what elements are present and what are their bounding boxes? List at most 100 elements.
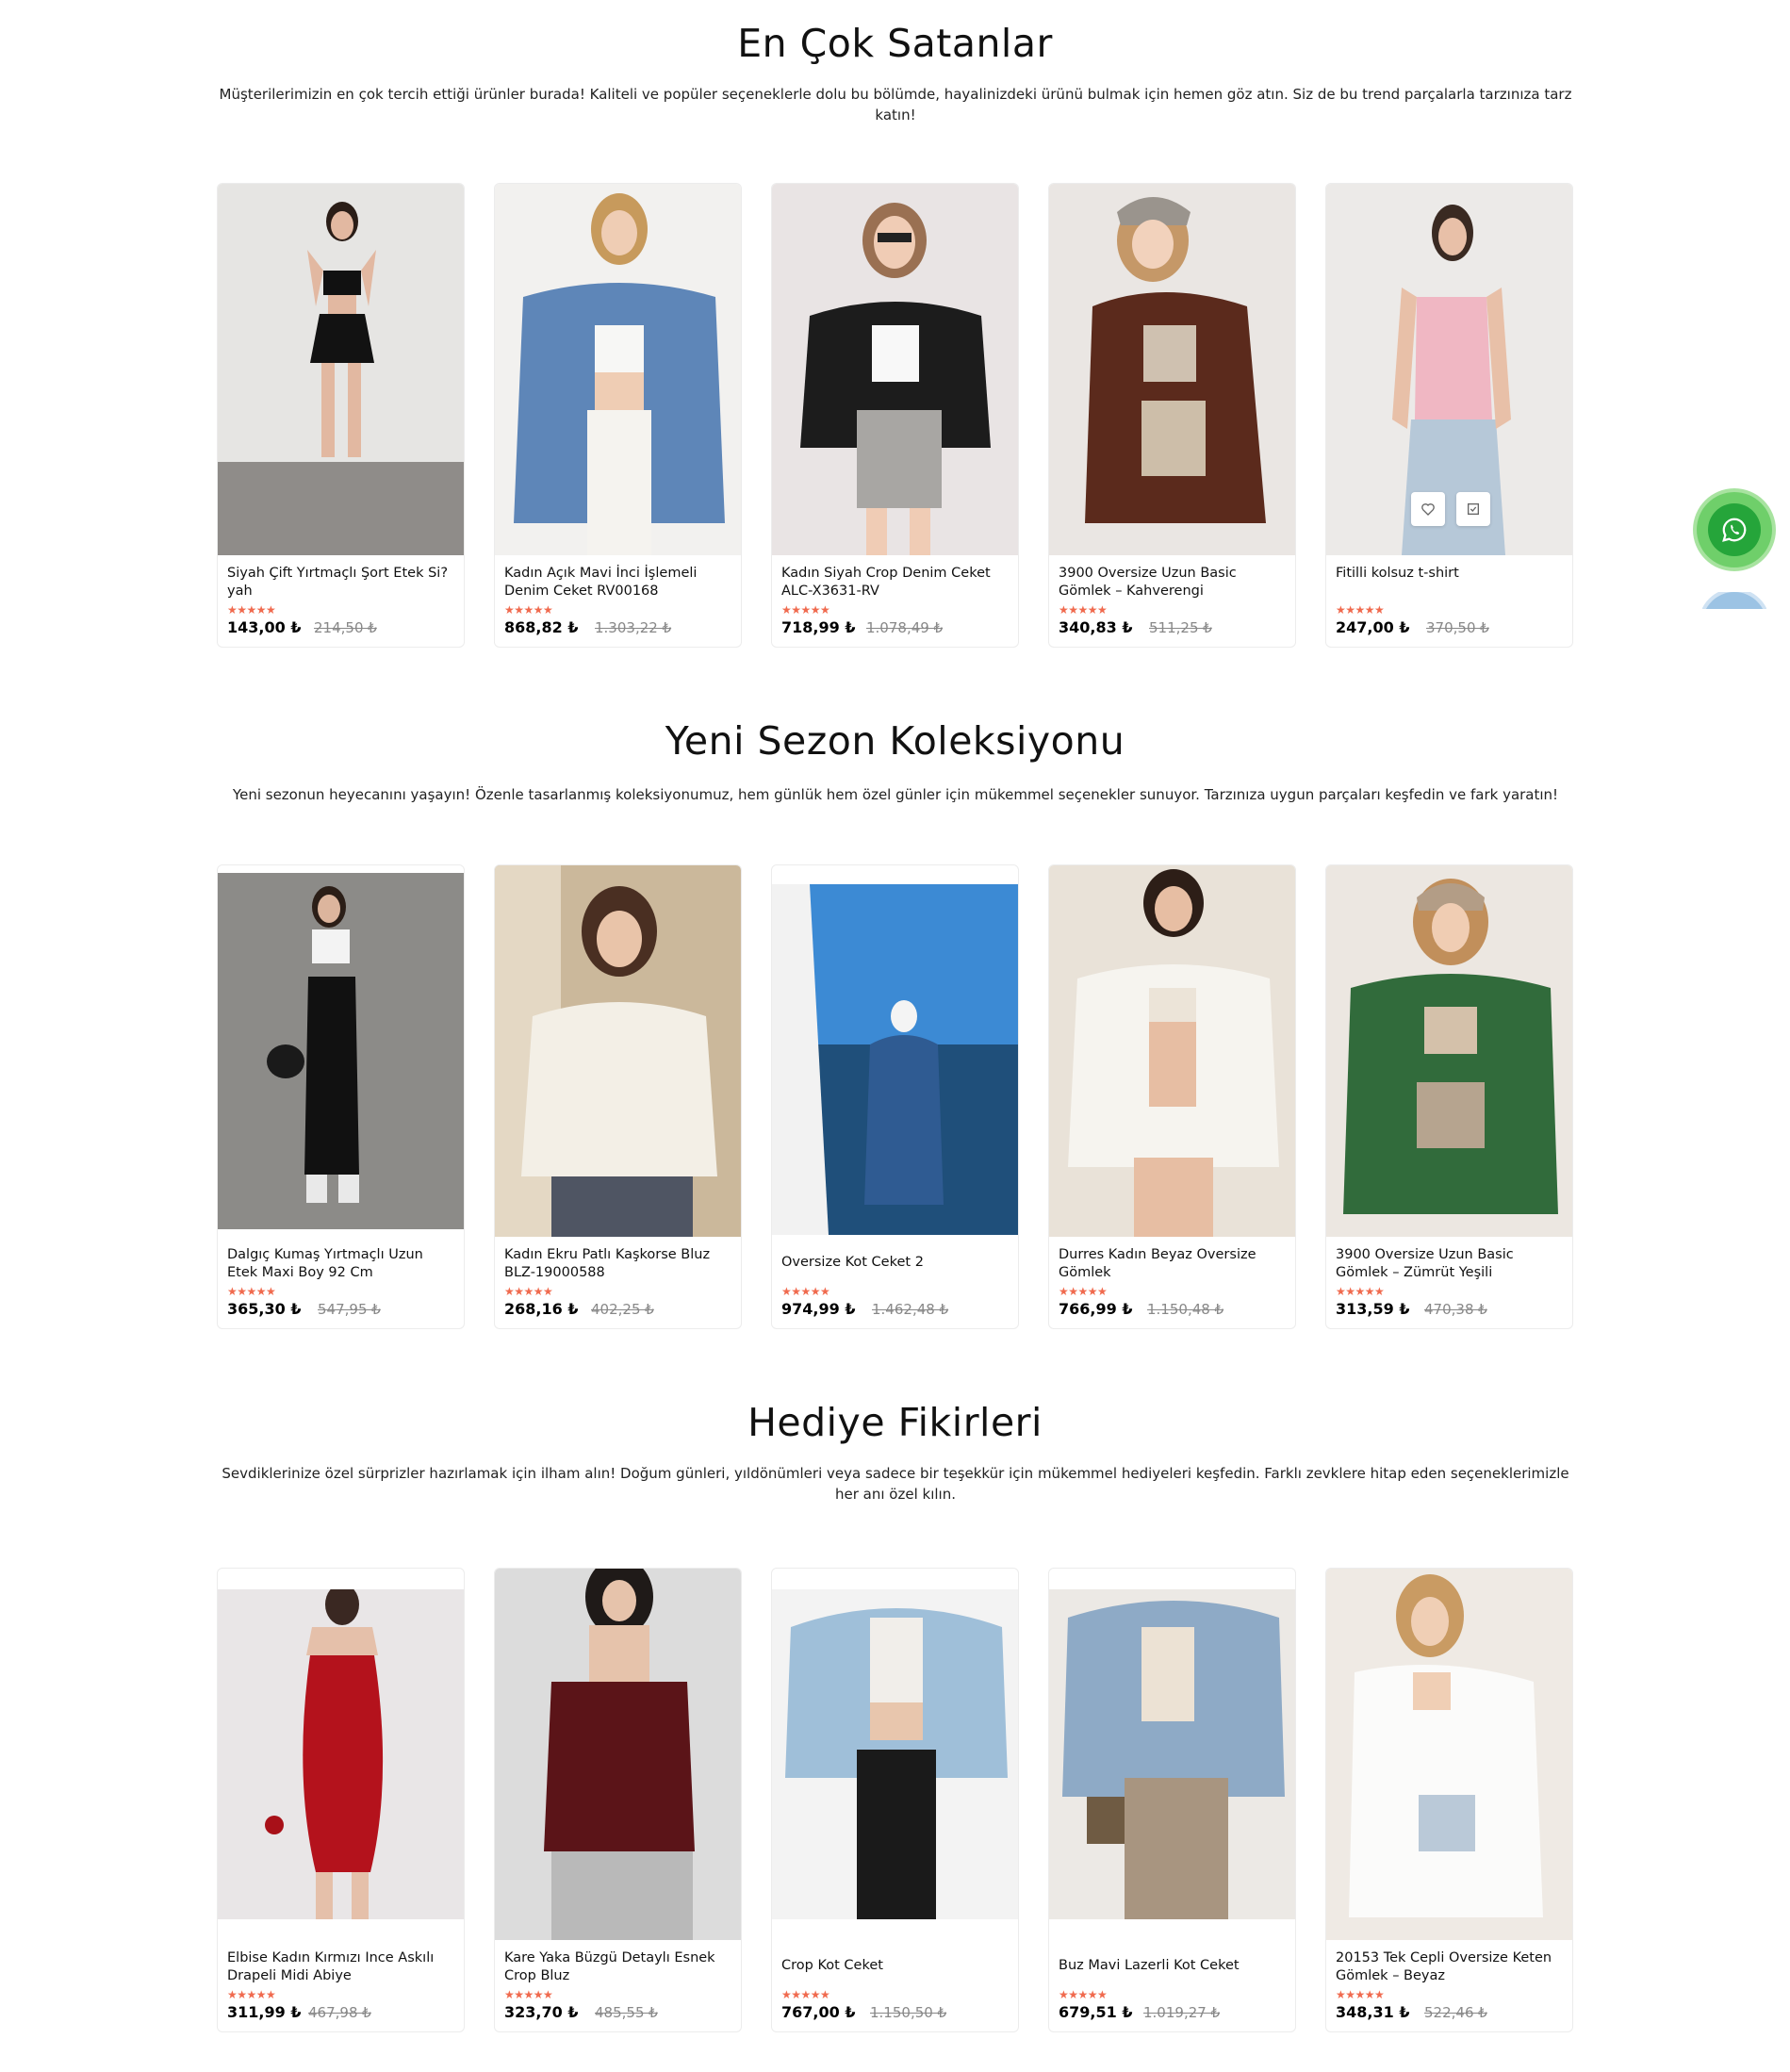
best-sellers-section: En Çok Satanlar Müşterilerimizin en çok … [0, 0, 1790, 660]
price: 679,51 ₺ [1059, 2003, 1133, 2021]
floating-contact-button[interactable] [1702, 592, 1766, 609]
product-name[interactable]: Buz Mavi Lazerli Kot Ceket [1059, 1957, 1285, 1975]
product-image[interactable] [1049, 184, 1295, 555]
product-image[interactable] [1326, 184, 1572, 555]
whatsapp-button[interactable] [1697, 492, 1772, 567]
price: 766,99 ₺ [1059, 1300, 1133, 1318]
product-name[interactable]: Kare Yaka Büzgü Detaylı Esnek Crop Bluz [504, 1949, 731, 1985]
price: 365,30 ₺ [227, 1300, 302, 1318]
gift-ideas-section: Hediye Fikirleri Sevdiklerinize özel sür… [0, 1386, 1790, 2072]
rating-stars: ★★★★★ [781, 603, 830, 617]
product-name[interactable]: 20153 Tek Cepli Oversize Keten Gömlek – … [1336, 1949, 1562, 1985]
product-card[interactable]: Elbise Kadın Kırmızı Ince Askılı Drapeli… [217, 1568, 465, 2032]
product-card[interactable]: 3900 Oversize Uzun Basic Gömlek – Zümrüt… [1325, 864, 1573, 1329]
rating-stars: ★★★★★ [1059, 1988, 1108, 2001]
rating-stars: ★★★★★ [227, 1988, 276, 2001]
old-price: 467,98 ₺ [308, 2004, 371, 2021]
product-name[interactable]: Kadın Siyah Crop Denim Ceket ALC-X3631-R… [781, 565, 1008, 600]
product-name[interactable]: Durres Kadın Beyaz Oversize Gömlek [1059, 1246, 1285, 1282]
rating-stars: ★★★★★ [1059, 1285, 1108, 1298]
product-name[interactable]: Kadın Ekru Patlı Kaşkorse Bluz BLZ-19000… [504, 1246, 731, 1282]
rating-stars: ★★★★★ [1336, 603, 1385, 617]
old-price: 470,38 ₺ [1424, 1301, 1487, 1318]
product-image[interactable] [1049, 1589, 1295, 1919]
new-season-section: Yeni Sezon Koleksiyonu Yeni sezonun heye… [0, 707, 1790, 1367]
rating-stars: ★★★★★ [504, 1285, 553, 1298]
product-name[interactable]: Oversize Kot Ceket 2 [781, 1254, 1008, 1272]
old-price: 522,46 ₺ [1424, 2004, 1487, 2021]
old-price: 1.303,22 ₺ [595, 619, 672, 636]
rating-stars: ★★★★★ [781, 1285, 830, 1298]
rating-stars: ★★★★★ [227, 603, 276, 617]
price: 313,59 ₺ [1336, 1300, 1410, 1318]
product-name[interactable]: Siyah Çift Yırtmaçlı Şort Etek Si?yah [227, 565, 453, 600]
old-price: 1.019,27 ₺ [1143, 2004, 1221, 2021]
product-grid: Elbise Kadın Kırmızı Ince Askılı Drapeli… [217, 1568, 1574, 2034]
old-price: 370,50 ₺ [1426, 619, 1489, 636]
quick-view-icon [1468, 503, 1479, 515]
product-image[interactable] [1326, 865, 1572, 1237]
product-card[interactable]: Durres Kadın Beyaz Oversize Gömlek ★★★★★… [1048, 864, 1296, 1329]
old-price: 1.150,48 ₺ [1147, 1301, 1224, 1318]
product-card[interactable]: Siyah Çift Yırtmaçlı Şort Etek Si?yah ★★… [217, 183, 465, 648]
rating-stars: ★★★★★ [504, 603, 553, 617]
rating-stars: ★★★★★ [1336, 1988, 1385, 2001]
price: 323,70 ₺ [504, 2003, 579, 2021]
product-card[interactable]: Oversize Kot Ceket 2 ★★★★★ 974,99 ₺ 1.46… [771, 864, 1019, 1329]
product-name[interactable]: Fitilli kolsuz t-shirt [1336, 565, 1562, 583]
product-image[interactable] [218, 873, 464, 1229]
section-title: Yeni Sezon Koleksiyonu [665, 718, 1125, 764]
quick-view-button[interactable] [1456, 492, 1490, 526]
product-name[interactable]: Dalgıç Kumaş Yırtmaçlı Uzun Etek Maxi Bo… [227, 1246, 453, 1282]
product-card[interactable]: 20153 Tek Cepli Oversize Keten Gömlek – … [1325, 1568, 1573, 2032]
product-name[interactable]: Elbise Kadın Kırmızı Ince Askılı Drapeli… [227, 1949, 453, 1985]
product-name[interactable]: 3900 Oversize Uzun Basic Gömlek – Zümrüt… [1336, 1246, 1562, 1282]
product-name[interactable]: Kadın Açık Mavi İnci İşlemeli Denim Ceke… [504, 565, 731, 600]
whatsapp-icon [1708, 503, 1761, 556]
product-image[interactable] [772, 884, 1018, 1235]
product-card[interactable]: Dalgıç Kumaş Yırtmaçlı Uzun Etek Maxi Bo… [217, 864, 465, 1329]
product-card[interactable]: Crop Kot Ceket ★★★★★ 767,00 ₺ 1.150,50 ₺ [771, 1568, 1019, 2032]
product-image[interactable] [772, 1589, 1018, 1919]
old-price: 1.150,50 ₺ [870, 2004, 947, 2021]
price: 974,99 ₺ [781, 1300, 856, 1318]
price: 247,00 ₺ [1336, 618, 1410, 636]
rating-stars: ★★★★★ [781, 1988, 830, 2001]
price: 767,00 ₺ [781, 2003, 856, 2021]
product-card[interactable]: Kadın Siyah Crop Denim Ceket ALC-X3631-R… [771, 183, 1019, 648]
product-grid: Dalgıç Kumaş Yırtmaçlı Uzun Etek Maxi Bo… [217, 864, 1574, 1331]
price: 868,82 ₺ [504, 618, 579, 636]
old-price: 1.078,49 ₺ [866, 619, 944, 636]
product-card[interactable]: Kare Yaka Büzgü Detaylı Esnek Crop Bluz … [494, 1568, 742, 2032]
section-description: Sevdiklerinize özel sürprizler hazırlama… [222, 1465, 1569, 1503]
product-name[interactable]: Crop Kot Ceket [781, 1957, 1008, 1975]
old-price: 1.462,48 ₺ [872, 1301, 949, 1318]
product-card[interactable]: 3900 Oversize Uzun Basic Gömlek – Kahver… [1048, 183, 1296, 648]
product-card[interactable]: Kadın Ekru Patlı Kaşkorse Bluz BLZ-19000… [494, 864, 742, 1329]
price: 718,99 ₺ [781, 618, 856, 636]
product-card[interactable]: Kadın Açık Mavi İnci İşlemeli Denim Ceke… [494, 183, 742, 648]
product-card[interactable]: Fitilli kolsuz t-shirt ★★★★★ 247,00 ₺ 37… [1325, 183, 1573, 648]
product-image[interactable] [495, 184, 741, 555]
section-description: Müşterilerimizin en çok tercih ettiği ür… [219, 86, 1572, 123]
price: 348,31 ₺ [1336, 2003, 1410, 2021]
product-image[interactable] [772, 184, 1018, 555]
product-image[interactable] [218, 1589, 464, 1919]
product-grid: Siyah Çift Yırtmaçlı Şort Etek Si?yah ★★… [217, 183, 1574, 650]
price: 311,99 ₺ [227, 2003, 302, 2021]
old-price: 511,25 ₺ [1149, 619, 1212, 636]
product-image[interactable] [495, 865, 741, 1237]
wishlist-button[interactable] [1411, 492, 1445, 526]
product-image[interactable] [495, 1569, 741, 1940]
rating-stars: ★★★★★ [504, 1988, 553, 2001]
section-title: Hediye Fikirleri [747, 1400, 1043, 1445]
product-image[interactable] [1049, 865, 1295, 1237]
product-image[interactable] [218, 184, 464, 555]
old-price: 214,50 ₺ [314, 619, 377, 636]
product-card[interactable]: Buz Mavi Lazerli Kot Ceket ★★★★★ 679,51 … [1048, 1568, 1296, 2032]
product-image[interactable] [1326, 1569, 1572, 1940]
old-price: 402,25 ₺ [591, 1301, 654, 1318]
rating-stars: ★★★★★ [227, 1285, 276, 1298]
product-name[interactable]: 3900 Oversize Uzun Basic Gömlek – Kahver… [1059, 565, 1285, 600]
rating-stars: ★★★★★ [1059, 603, 1108, 617]
